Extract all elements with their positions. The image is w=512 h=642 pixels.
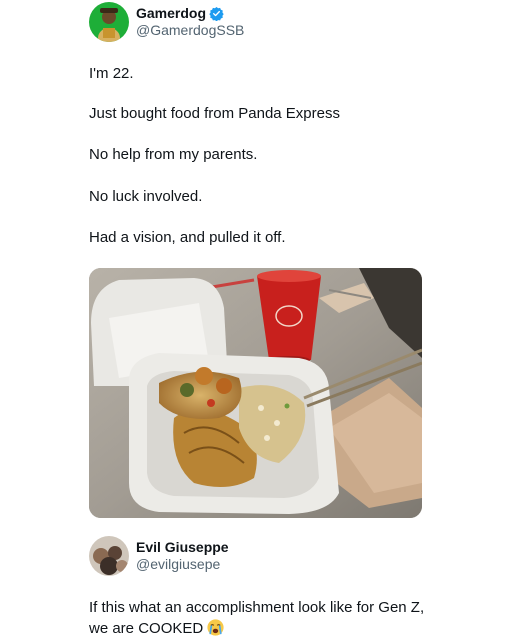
reply-text-block: If this what an accomplishment look like… [89, 597, 429, 639]
reply-text: If this what an accomplishment look like… [89, 599, 425, 637]
post-photo[interactable] [89, 268, 422, 518]
verified-badge-icon [209, 6, 224, 22]
post-text-line-5: Had a vision, and pulled it off. [89, 229, 286, 246]
post-author-header: Gamerdog @GamerdogSSB [89, 2, 244, 42]
food-photo-icon [89, 268, 422, 518]
author-handle[interactable]: @GamerdogSSB [136, 22, 244, 39]
post-text-line-1: I'm 22. [89, 65, 134, 82]
author-display-name[interactable]: Gamerdog [136, 5, 206, 22]
post-text-line-2: Just bought food from Panda Express [89, 105, 340, 122]
post-text-line-4: No luck involved. [89, 188, 203, 205]
reply-author-header: Evil Giuseppe @evilgiusepe [89, 536, 229, 576]
loudly-crying-face-icon [207, 619, 224, 636]
post-text-line-3: No help from my parents. [89, 146, 258, 163]
reply-author-handle[interactable]: @evilgiusepe [136, 556, 229, 573]
reply-author-display-name[interactable]: Evil Giuseppe [136, 539, 229, 556]
author-avatar[interactable] [89, 2, 129, 42]
reply-author-avatar[interactable] [89, 536, 129, 576]
